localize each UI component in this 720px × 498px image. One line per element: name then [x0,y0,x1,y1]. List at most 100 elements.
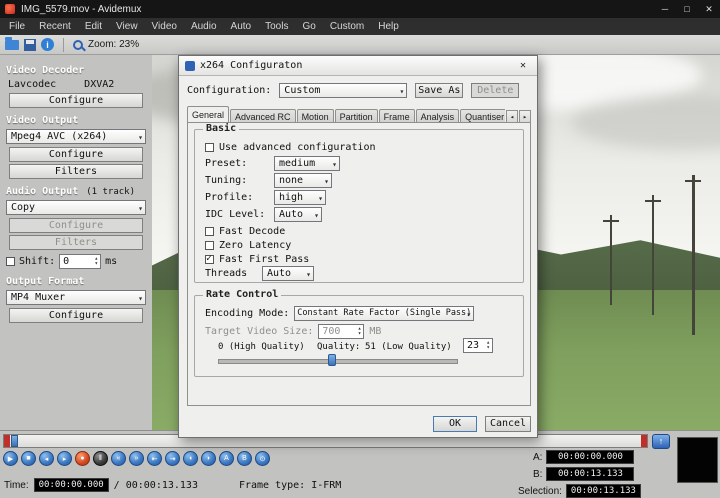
transport-play-button[interactable]: ▶ [3,451,18,466]
close-button[interactable]: ✕ [698,0,720,18]
save-as-button[interactable]: Save As [415,83,463,98]
shift-checkbox[interactable] [6,257,15,266]
tab-partition[interactable]: Partition [335,109,378,123]
volume-button[interactable]: ↑ [652,434,670,449]
transport-stop-button[interactable]: ■ [21,451,36,466]
encoding-mode-select[interactable]: Constant Rate Factor (Single Pass) [294,306,474,321]
video-output-heading: Video Output [6,115,146,126]
menu-tools[interactable]: Tools [258,18,295,35]
tab-general[interactable]: General [187,106,229,123]
fast-decode-label: Fast Decode [219,226,285,237]
transport-prev-keyframe-button[interactable]: « [111,451,126,466]
quality-value: 23 [467,340,479,351]
menu-recent[interactable]: Recent [32,18,78,35]
menu-auto[interactable]: Auto [224,18,259,35]
transport-next-keyframe-button[interactable]: » [129,451,144,466]
quality-slider-handle[interactable] [328,354,336,366]
ok-button[interactable]: OK [433,416,477,432]
menu-view[interactable]: View [109,18,145,35]
marker-b-field: 00:00:13.133 [546,467,634,481]
time-shift-icon: ⊙ [260,455,266,463]
marker-a-field: 00:00:00.000 [546,450,634,464]
fast-first-pass-label: Fast First Pass [219,254,309,265]
minimize-button[interactable]: ─ [654,0,676,18]
shift-value-spinner[interactable]: 0 [59,254,101,269]
transport-mark-a-button[interactable]: A [219,451,234,466]
video-decoder-configure-button[interactable]: Configure [9,93,143,108]
zoom-icon [73,40,83,50]
audio-filters-button[interactable]: Filters [9,235,143,250]
timeline-handle[interactable] [11,435,18,447]
dialog-close-button[interactable]: ✕ [515,60,531,71]
quality-slider[interactable] [218,354,458,366]
tab-quantiser[interactable]: Quantiser [460,109,505,123]
decoder-name: Lavcodec [8,79,56,90]
tab-frame[interactable]: Frame [379,109,415,123]
video-output-codec-value: Mpeg4 AVC (x264) [11,131,107,142]
prev-frame-icon: ◂ [45,455,49,463]
fast-decode-checkbox[interactable] [205,227,214,236]
threads-select[interactable]: Auto [262,266,314,281]
video-output-codec-select[interactable]: Mpeg4 AVC (x264) [6,129,146,144]
record-icon: ● [80,455,84,462]
configuration-row: Configuration: Custom Save As Delete [187,83,529,98]
zero-latency-checkbox[interactable] [205,241,214,250]
configuration-label: Configuration: [187,85,271,96]
video-output-configure-button[interactable]: Configure [9,147,143,162]
window-title: IMG_5579.mov - Avidemux [21,4,141,15]
configuration-select[interactable]: Custom [279,83,407,98]
output-format-configure-button[interactable]: Configure [9,308,143,323]
target-size-spinner[interactable]: 700 [318,324,364,339]
tabs-clip: General Advanced RC Motion Partition Fra… [187,106,505,123]
video-output-filters-button[interactable]: Filters [9,164,143,179]
idc-level-select[interactable]: Auto [274,207,322,222]
info-icon[interactable] [41,38,54,51]
transport-next-frame-button[interactable]: ▸ [57,451,72,466]
menu-video[interactable]: Video [145,18,184,35]
transport-time-shift-button[interactable]: ⊙ [255,451,270,466]
transport-last-frame-button[interactable]: ⇥ [165,451,180,466]
quality-spinner[interactable]: 23 [463,338,493,353]
transport-mark-b-button[interactable]: B [237,451,252,466]
menu-custom[interactable]: Custom [323,18,371,35]
transport-prev-black-frame-button[interactable]: ◖ [183,451,198,466]
tab-motion[interactable]: Motion [297,109,334,123]
zoom-label: Zoom: 23% [88,39,139,50]
video-decoder-heading: Video Decoder [6,65,146,76]
transport-first-frame-button[interactable]: ⇤ [147,451,162,466]
audio-output-codec-select[interactable]: Copy [6,200,146,215]
tab-analysis[interactable]: Analysis [416,109,460,123]
tab-advanced-rc[interactable]: Advanced RC [230,109,296,123]
marker-a-row: A: 00:00:00.000 [533,450,634,464]
configuration-value: Custom [284,85,320,96]
transport-record-button[interactable]: ● [75,451,90,466]
black-frame-icon: ‖ [99,455,102,462]
menu-edit[interactable]: Edit [78,18,109,35]
use-advanced-checkbox[interactable] [205,143,214,152]
menu-help[interactable]: Help [371,18,406,35]
dialog-icon [185,61,195,71]
profile-select[interactable]: high [274,190,326,205]
cancel-button[interactable]: Cancel [485,416,531,432]
open-icon[interactable] [5,40,19,50]
video-decoder-title: Video Decoder [6,65,84,76]
fast-first-pass-checkbox[interactable] [205,255,214,264]
transport-black-frame-button[interactable]: ‖ [93,451,108,466]
menu-go[interactable]: Go [295,18,322,35]
preset-select[interactable]: medium [274,156,340,171]
menu-audio[interactable]: Audio [184,18,224,35]
selection-end-marker [641,435,647,447]
mark-a-icon: A [224,455,229,462]
tuning-label: Tuning: [205,175,269,186]
last-frame-icon: ⇥ [170,455,176,463]
transport-prev-frame-button[interactable]: ◂ [39,451,54,466]
idc-level-label: IDC Level: [205,209,269,220]
menu-file[interactable]: File [2,18,32,35]
transport-next-black-frame-button[interactable]: ◗ [201,451,216,466]
audio-configure-button[interactable]: Configure [9,218,143,233]
output-format-select[interactable]: MP4 Muxer [6,290,146,305]
save-icon[interactable] [24,39,36,51]
maximize-button[interactable]: □ [676,0,698,18]
tuning-select[interactable]: none [274,173,332,188]
delete-button[interactable]: Delete [471,83,519,98]
